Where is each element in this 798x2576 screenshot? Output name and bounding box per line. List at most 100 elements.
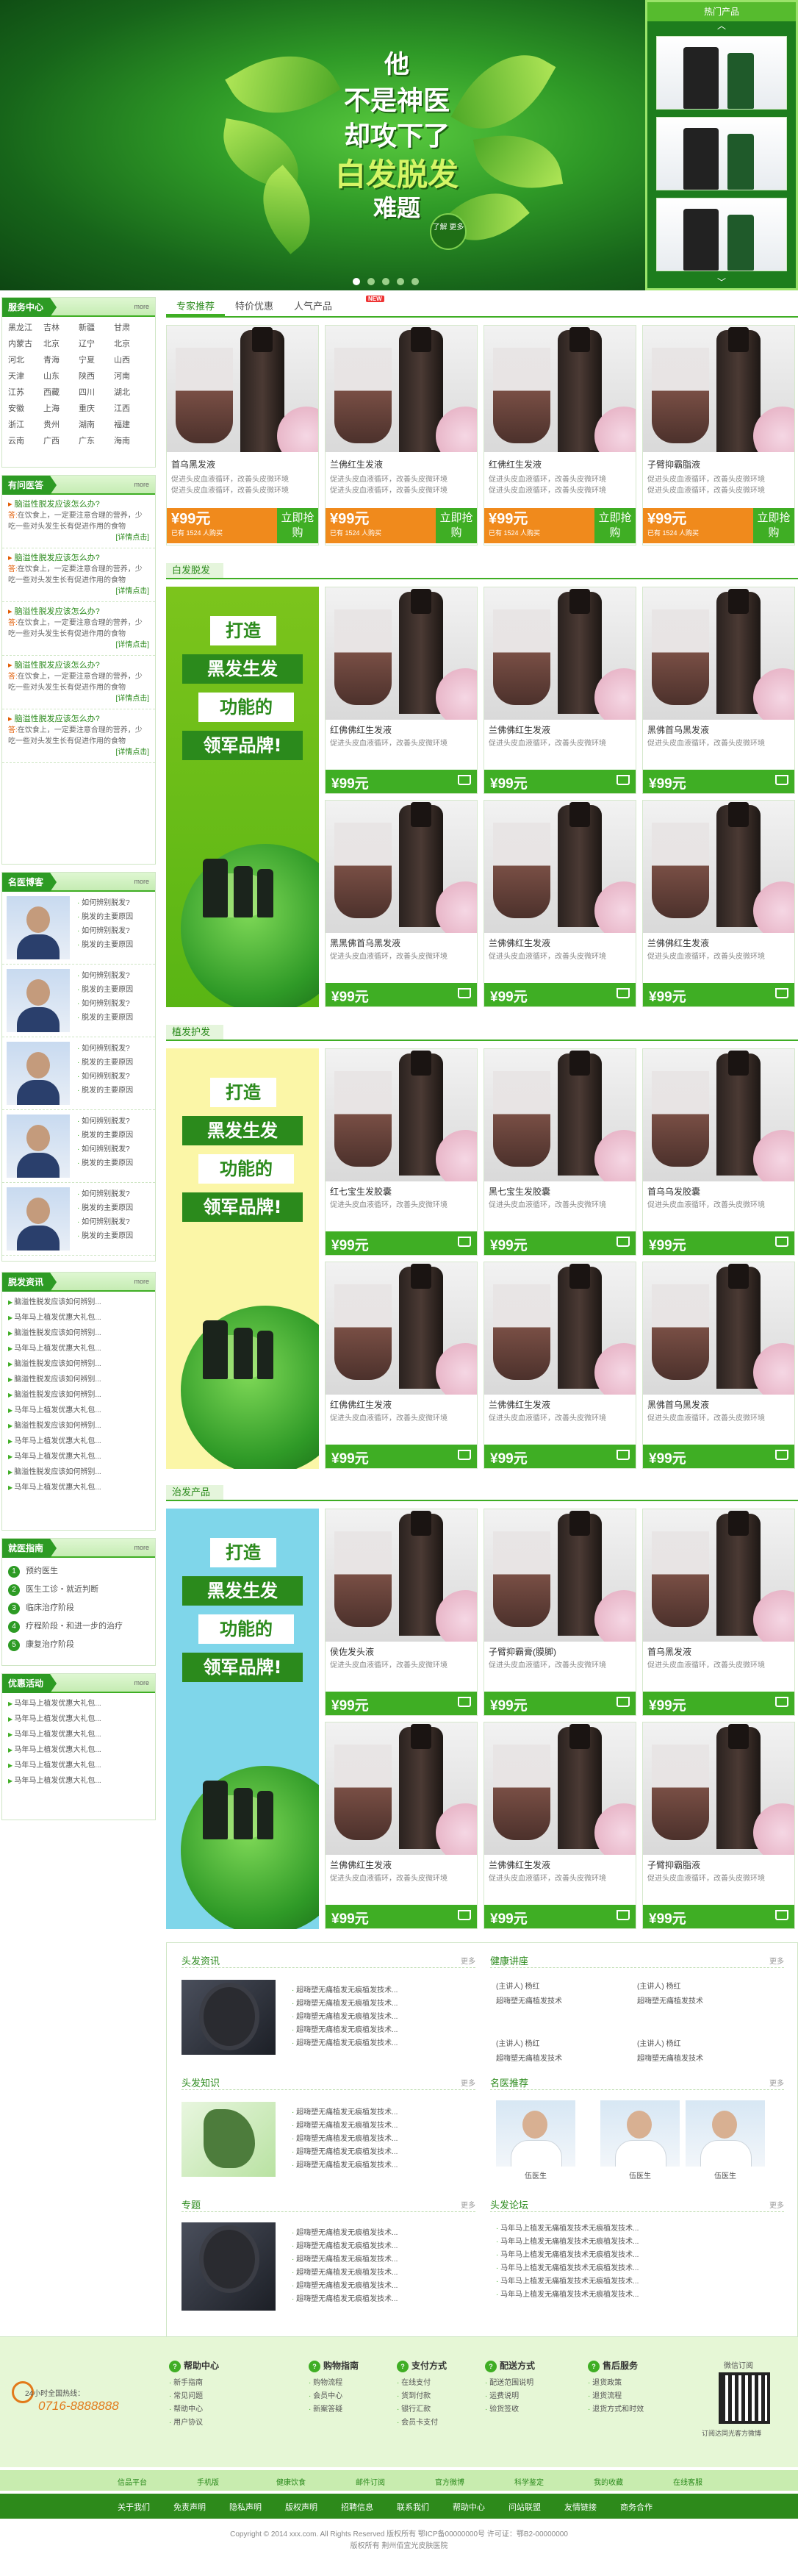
news-item[interactable]: 脑溢性脱发应该如何辨别... (8, 1295, 149, 1310)
guide-text[interactable]: 预约医生 (26, 1567, 58, 1575)
product-title[interactable]: 首乌黑发液 (647, 1645, 691, 1658)
footer-badge-link[interactable]: 我的收藏 (594, 2476, 623, 2487)
cart-icon[interactable] (458, 1910, 471, 1920)
news-item[interactable]: 马年马上植发优惠大礼包... (8, 1310, 149, 1325)
cart-icon[interactable] (617, 1697, 630, 1707)
product-photo[interactable] (643, 1262, 794, 1395)
more-link[interactable]: more (134, 303, 149, 310)
article-link[interactable]: 超嗨塑无痛植发无痕植发技术... (292, 2119, 398, 2133)
article-link[interactable]: 超嗨塑无痛植发无痕植发技术... (292, 2240, 398, 2253)
product-photo[interactable] (484, 1722, 636, 1855)
region-link[interactable]: 山西 (114, 354, 149, 365)
region-link[interactable]: 广东 (79, 434, 114, 446)
qa-item[interactable]: ▸ 脑溢性脱发应该怎么办? 答:在饮食上，一定要注意合理的营养，少吃一些对头发生长… (2, 495, 155, 548)
region-link[interactable]: 陕西 (79, 370, 114, 382)
product-title[interactable]: 子臂抑霸膏(膜脚) (489, 1645, 556, 1658)
doctor-link[interactable]: 脱发的主要原因 (77, 1128, 133, 1142)
region-link[interactable]: 广西 (43, 434, 79, 446)
footer-link[interactable]: 新案答疑 (309, 2403, 359, 2416)
promo-panel[interactable]: 打造 黑发生发 功能的 领军品牌! (166, 1509, 319, 1929)
cart-icon[interactable] (458, 1450, 471, 1460)
product-photo[interactable] (326, 587, 477, 720)
more-link[interactable]: more (134, 1544, 149, 1551)
article-link[interactable]: 马年马上植发无痛植发技术无痕植发技术... (496, 2222, 639, 2236)
product-card[interactable]: 兰佛佛红生发液 促进头皮血液循环，改善头皮微环境 ¥99元 (642, 800, 795, 1007)
footer-nav-link[interactable]: 商务合作 (620, 2501, 653, 2513)
lecture-topic[interactable]: 超嗨塑无痛植发技术 (637, 1994, 703, 2009)
region-link[interactable]: 四川 (79, 386, 114, 398)
region-link[interactable]: 新疆 (79, 321, 114, 333)
more-link[interactable]: 更多 (461, 1955, 475, 1966)
doctor-name[interactable]: 伍医生 (600, 2169, 680, 2180)
cart-icon[interactable] (617, 1910, 630, 1920)
article-link[interactable]: 超嗨塑无痛植发无痕植发技术... (292, 2280, 398, 2293)
lecture-topic[interactable]: 超嗨塑无痛植发技术 (496, 2052, 562, 2067)
detail-link[interactable]: [详情点击] (8, 693, 149, 704)
footer-badge-link[interactable]: 邮件订阅 (356, 2476, 385, 2487)
product-title[interactable]: 兰佛佛红生发液 (330, 1858, 392, 1871)
product-photo[interactable] (643, 326, 794, 452)
more-link[interactable]: more (134, 1278, 149, 1285)
carousel-dot[interactable] (353, 278, 360, 285)
product-title[interactable]: 子臂抑霸脂液 (647, 458, 700, 471)
article-link[interactable]: 超嗨塑无痛植发无痕植发技术... (292, 2037, 398, 2050)
product-card[interactable]: 侯佐发头液 促进头皮血液循环，改善头皮微环境 ¥99元 (325, 1509, 478, 1716)
product-title[interactable]: 兰佛佛红生发液 (489, 723, 550, 736)
footer-link[interactable]: 常见问题 (169, 2390, 219, 2403)
product-title[interactable]: 黑佛首乌黑发液 (647, 723, 709, 736)
region-link[interactable]: 内蒙古 (8, 337, 43, 349)
featured-product-card[interactable]: 子臂抑霸脂液 促进头皮血液循环，改善头皮微环境 促进头皮血液循环，改善头皮微环境 ¥9… (642, 325, 795, 545)
learn-more-button[interactable]: 了解 更多 (430, 213, 467, 250)
qa-item[interactable]: ▸ 脑溢性脱发应该怎么办? 答:在饮食上，一定要注意合理的营养，少吃一些对头发生长… (2, 656, 155, 709)
product-photo[interactable] (326, 1509, 477, 1642)
region-link[interactable]: 山东 (43, 370, 79, 382)
doctor-link[interactable]: 如何辨别脱发? (77, 924, 133, 938)
product-title[interactable]: 兰佛佛红生发液 (489, 1858, 550, 1871)
product-card[interactable]: 兰佛佛红生发液 促进头皮血液循环，改善头皮微环境 ¥99元 (325, 1722, 478, 1929)
region-link[interactable]: 福建 (114, 418, 149, 430)
region-link[interactable]: 甘肃 (114, 321, 149, 333)
cart-icon[interactable] (617, 1237, 630, 1247)
product-title[interactable]: 黑黑佛首乌黑发液 (330, 937, 400, 949)
footer-nav-link[interactable]: 招聘信息 (341, 2501, 373, 2513)
doctor-link[interactable]: 如何辨别脱发? (77, 997, 133, 1011)
article-link[interactable]: 马年马上植发无痛植发技术无痕植发技术... (496, 2249, 639, 2262)
footer-link[interactable]: 配送范围说明 (485, 2377, 535, 2390)
product-title[interactable]: 黑七宝生发胶囊 (489, 1185, 550, 1198)
guide-item[interactable]: 2 医生工诊・就近判断 (8, 1581, 149, 1599)
footer-link[interactable]: 退货流程 (588, 2390, 644, 2403)
product-card[interactable]: 兰佛佛红生发液 促进头皮血液循环，改善头皮微环境 ¥99元 (484, 1722, 636, 1929)
product-title[interactable]: 红佛佛红生发液 (330, 723, 392, 736)
footer-badge-link[interactable]: 科学鉴定 (514, 2476, 544, 2487)
qa-item[interactable]: ▸ 脑溢性脱发应该怎么办? 答:在饮食上，一定要注意合理的营养，少吃一些对头发生长… (2, 709, 155, 763)
more-link[interactable]: more (134, 878, 149, 885)
cart-icon[interactable] (617, 1450, 630, 1460)
more-link[interactable]: 更多 (461, 2077, 475, 2088)
region-link[interactable]: 海南 (114, 434, 149, 446)
detail-link[interactable]: [详情点击] (8, 640, 149, 651)
footer-nav-link[interactable]: 友情链接 (564, 2501, 597, 2513)
product-title[interactable]: 兰佛红生发液 (330, 458, 383, 471)
footer-badge-link[interactable]: 健康饮食 (276, 2476, 306, 2487)
region-link[interactable]: 吉林 (43, 321, 79, 333)
region-link[interactable]: 天津 (8, 370, 43, 382)
news-item[interactable]: 脑溢性脱发应该如何辨别... (8, 1325, 149, 1341)
doctor-link[interactable]: 脱发的主要原因 (77, 1084, 133, 1098)
buy-now-button[interactable]: 立即抢购 (594, 508, 636, 543)
product-photo[interactable] (326, 801, 477, 933)
cart-icon[interactable] (458, 988, 471, 998)
buy-now-button[interactable]: 立即抢购 (753, 508, 794, 543)
more-link[interactable]: 更多 (461, 2199, 475, 2210)
doctor-link[interactable]: 如何辨别脱发? (77, 1115, 133, 1128)
product-title[interactable]: 兰佛佛红生发液 (489, 1398, 550, 1411)
doctor-entry[interactable]: 如何辨别脱发?脱发的主要原因如何辨别脱发?脱发的主要原因 (2, 1183, 155, 1256)
product-card[interactable]: 子臂抑霸脂液 促进头皮血液循环，改善头皮微环境 ¥99元 (642, 1722, 795, 1929)
cart-icon[interactable] (458, 775, 471, 785)
promo-item[interactable]: 马年马上植发优惠大礼包... (8, 1727, 149, 1742)
doctor-avatar[interactable] (7, 1115, 70, 1178)
lecture-topic[interactable]: 超嗨塑无痛植发技术 (496, 1994, 562, 2009)
product-photo[interactable] (484, 1509, 636, 1642)
promo-item[interactable]: 马年马上植发优惠大礼包... (8, 1711, 149, 1727)
news-item[interactable]: 马年马上植发优惠大礼包... (8, 1403, 149, 1418)
news-item[interactable]: 马年马上植发优惠大礼包... (8, 1434, 149, 1449)
